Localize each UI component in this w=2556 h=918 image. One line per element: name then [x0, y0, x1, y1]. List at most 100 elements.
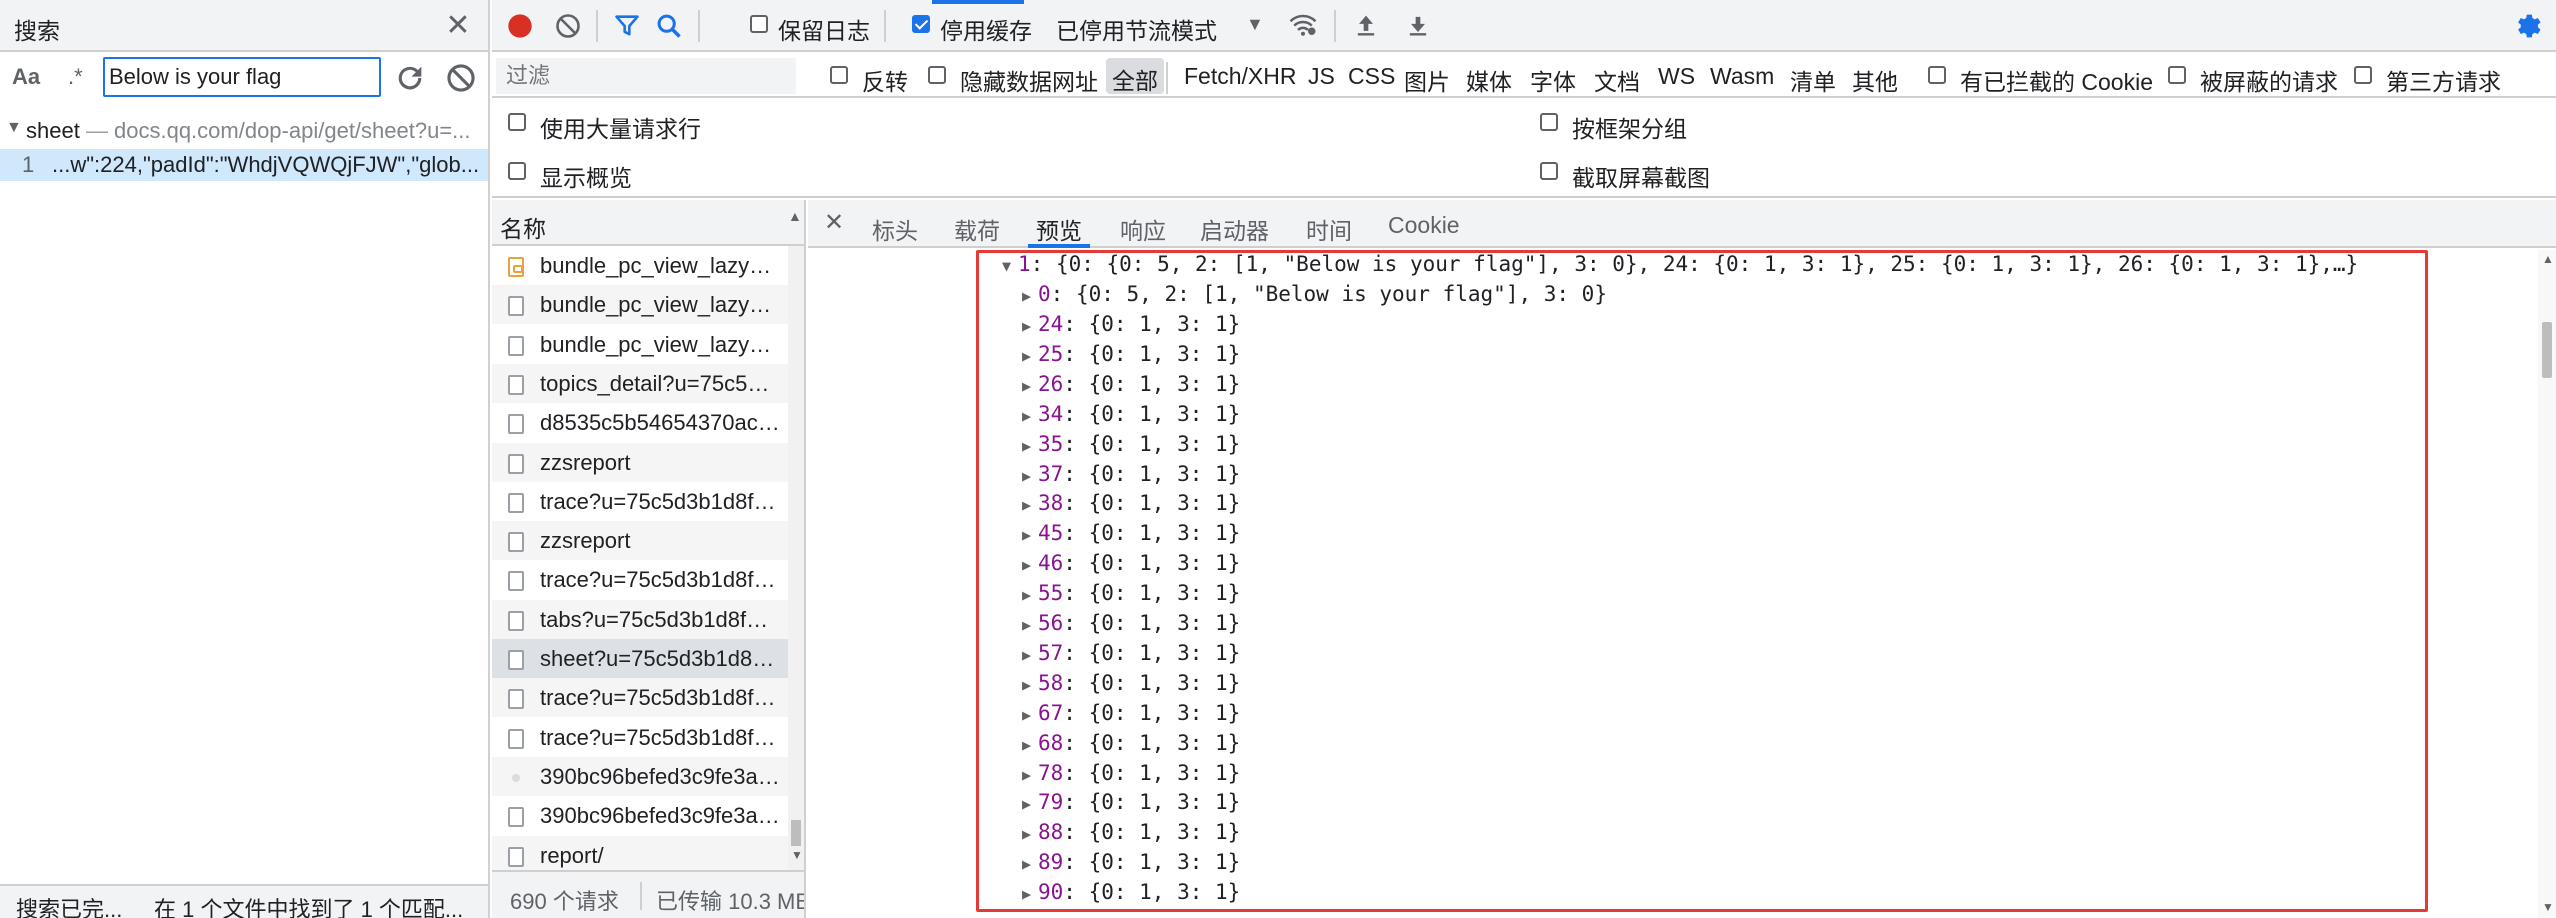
refresh-icon[interactable]	[393, 61, 427, 95]
request-row[interactable]: trace?u=75c5d3b1d8fb...	[492, 718, 788, 757]
request-row[interactable]: zzsreport	[492, 521, 788, 561]
network-conditions-icon[interactable]	[1286, 10, 1320, 40]
request-row[interactable]: sheet?u=75c5d3b1d8fb...	[492, 639, 788, 678]
network-settings: 使用大量请求行 显示概览 按框架分组 截取屏幕截图	[492, 100, 2556, 198]
filter-input[interactable]	[496, 58, 796, 94]
export-har-icon[interactable]	[1404, 10, 1432, 40]
regex-toggle[interactable]: .*	[68, 64, 83, 90]
search-tab-title[interactable]: 搜索	[14, 12, 60, 46]
request-row[interactable]: trace?u=75c5d3b1d8fb...	[492, 482, 788, 521]
invert-checkbox[interactable]	[830, 66, 848, 84]
result-file-separator: —	[86, 118, 108, 143]
tab-initiator[interactable]: 启动器	[1200, 212, 1269, 246]
type-filter-doc[interactable]: 文档	[1594, 63, 1640, 97]
scroll-down-icon[interactable]: ▼	[791, 848, 803, 862]
chevron-down-icon[interactable]: ▼	[1246, 14, 1264, 35]
tab-headers[interactable]: 标头	[872, 212, 918, 246]
third-party-checkbox[interactable]	[2354, 66, 2372, 84]
preserve-log-label: 保留日志	[778, 18, 870, 44]
third-party-label: 第三方请求	[2386, 69, 2501, 95]
type-filter-fetch-xhr[interactable]: Fetch/XHR	[1184, 63, 1296, 90]
name-column-header[interactable]: 名称 ▲	[492, 200, 804, 246]
search-input[interactable]	[103, 57, 381, 97]
expand-triangle-icon[interactable]: ▼	[6, 119, 22, 137]
search-drawer-header: 搜索 ✕	[0, 0, 488, 52]
request-row[interactable]: tabs?u=75c5d3b1d8fb4...	[492, 599, 788, 639]
tab-payload[interactable]: 载荷	[954, 212, 1000, 246]
request-name: bundle_pc_view_lazy_m...	[540, 331, 780, 357]
scrollbar-thumb[interactable]	[791, 820, 801, 846]
request-list-scrollbar[interactable]: ▼	[788, 246, 804, 870]
tab-preview[interactable]: 预览	[1036, 212, 1082, 246]
search-result-match[interactable]: 1 ...w":224,"padId":"WhdjVQWQjFJW","glob…	[0, 149, 488, 181]
request-row[interactable]: bundle_pc_view_lazy_m...	[492, 285, 788, 325]
active-tab-underline	[1028, 244, 1090, 248]
request-rows: bundle_pc_view_lazy_m... bundle_pc_view_l…	[492, 246, 788, 870]
overview-checkbox[interactable]	[508, 162, 526, 180]
search-icon[interactable]	[654, 12, 684, 40]
group-by-frame-checkbox[interactable]	[1540, 113, 1558, 131]
hide-data-urls-checkbox[interactable]	[928, 66, 946, 84]
gear-icon[interactable]	[2512, 10, 2544, 42]
preview-scrollbar[interactable]: ▲ ▼	[2538, 250, 2556, 918]
document-icon	[508, 532, 524, 553]
type-filter-media[interactable]: 媒体	[1466, 63, 1512, 97]
big-rows-checkbox[interactable]	[508, 113, 526, 131]
filter-divider	[1166, 62, 1168, 94]
request-row[interactable]: zzsreport	[492, 442, 788, 482]
screenshots-checkbox[interactable]	[1540, 162, 1558, 180]
type-filter-ws[interactable]: WS	[1658, 63, 1695, 90]
filter-icon[interactable]	[612, 12, 642, 40]
import-har-icon[interactable]	[1352, 10, 1380, 40]
throttling-select[interactable]: 已停用节流模式	[1056, 12, 1217, 46]
detail-tabbar: ✕ 标头 载荷 预览 响应 启动器 时间 Cookie	[808, 200, 2556, 248]
search-result-file[interactable]: ▼ sheet — docs.qq.com/dop-api/get/sheet?…	[0, 116, 488, 148]
blocked-requests-checkbox[interactable]	[2168, 66, 2186, 84]
request-row[interactable]: report/	[492, 835, 788, 870]
search-drawer: 搜索 ✕ Aa .* ▼ sheet — docs.qq.com/dop-api…	[0, 0, 490, 918]
type-filter-font[interactable]: 字体	[1530, 63, 1576, 97]
request-row[interactable]: 390bc96befed3c9fe3aa1...	[492, 756, 788, 796]
type-filter-img[interactable]: 图片	[1404, 63, 1450, 97]
scroll-up-icon[interactable]: ▲	[2542, 252, 2554, 266]
type-filter-manifest[interactable]: 清单	[1790, 63, 1836, 97]
tab-response[interactable]: 响应	[1120, 212, 1166, 246]
clear-icon[interactable]	[444, 61, 478, 95]
close-detail-icon[interactable]: ✕	[824, 208, 844, 237]
request-count: 690 个请求	[510, 889, 619, 914]
record-icon[interactable]	[506, 12, 534, 40]
request-name: tabs?u=75c5d3b1d8fb4...	[540, 606, 780, 632]
type-filter-js[interactable]: JS	[1308, 63, 1335, 90]
request-row[interactable]: bundle_pc_view_lazy_m...	[492, 325, 788, 364]
group-by-frame-label: 按框架分组	[1572, 116, 1687, 142]
filter-bar: 反转 隐藏数据网址 全部 Fetch/XHR JS CSS 图片 媒体 字体 文…	[492, 54, 2556, 98]
request-row[interactable]: topics_detail?u=75c5d3...	[492, 363, 788, 403]
close-icon[interactable]: ✕	[440, 8, 476, 44]
type-filter-all[interactable]: 全部	[1106, 58, 1164, 94]
status-divider	[640, 882, 642, 910]
request-name: trace?u=75c5d3b1d8fb...	[540, 685, 780, 711]
disable-cache-checkbox[interactable]	[912, 15, 930, 33]
match-case-toggle[interactable]: Aa	[12, 64, 40, 90]
request-name: trace?u=75c5d3b1d8fb...	[540, 724, 780, 750]
active-panel-indicator	[932, 0, 1024, 4]
big-rows-label: 使用大量请求行	[540, 116, 701, 142]
type-filter-css[interactable]: CSS	[1348, 63, 1395, 90]
tab-cookies[interactable]: Cookie	[1388, 212, 1460, 239]
request-row[interactable]: trace?u=75c5d3b1d8fb...	[492, 560, 788, 599]
blocked-cookies-label: 有已拦截的 Cookie	[1960, 69, 2153, 95]
clear-log-icon[interactable]	[554, 12, 582, 40]
type-filter-other[interactable]: 其他	[1852, 63, 1898, 97]
tab-timing[interactable]: 时间	[1306, 212, 1352, 246]
preserve-log-checkbox[interactable]	[750, 15, 768, 33]
request-row[interactable]: 390bc96befed3c9fe3aa1...	[492, 796, 788, 835]
scrollbar-thumb[interactable]	[2542, 322, 2552, 378]
request-name: topics_detail?u=75c5d3...	[540, 370, 780, 396]
blocked-cookies-checkbox[interactable]	[1928, 66, 1946, 84]
request-row[interactable]: bundle_pc_view_lazy_m...	[492, 246, 788, 285]
document-icon	[508, 374, 524, 395]
scroll-down-icon[interactable]: ▼	[2542, 900, 2554, 914]
request-row[interactable]: trace?u=75c5d3b1d8fb...	[492, 678, 788, 718]
request-row[interactable]: d8535c5b54654370acf4...	[492, 403, 788, 442]
type-filter-wasm[interactable]: Wasm	[1710, 63, 1774, 90]
